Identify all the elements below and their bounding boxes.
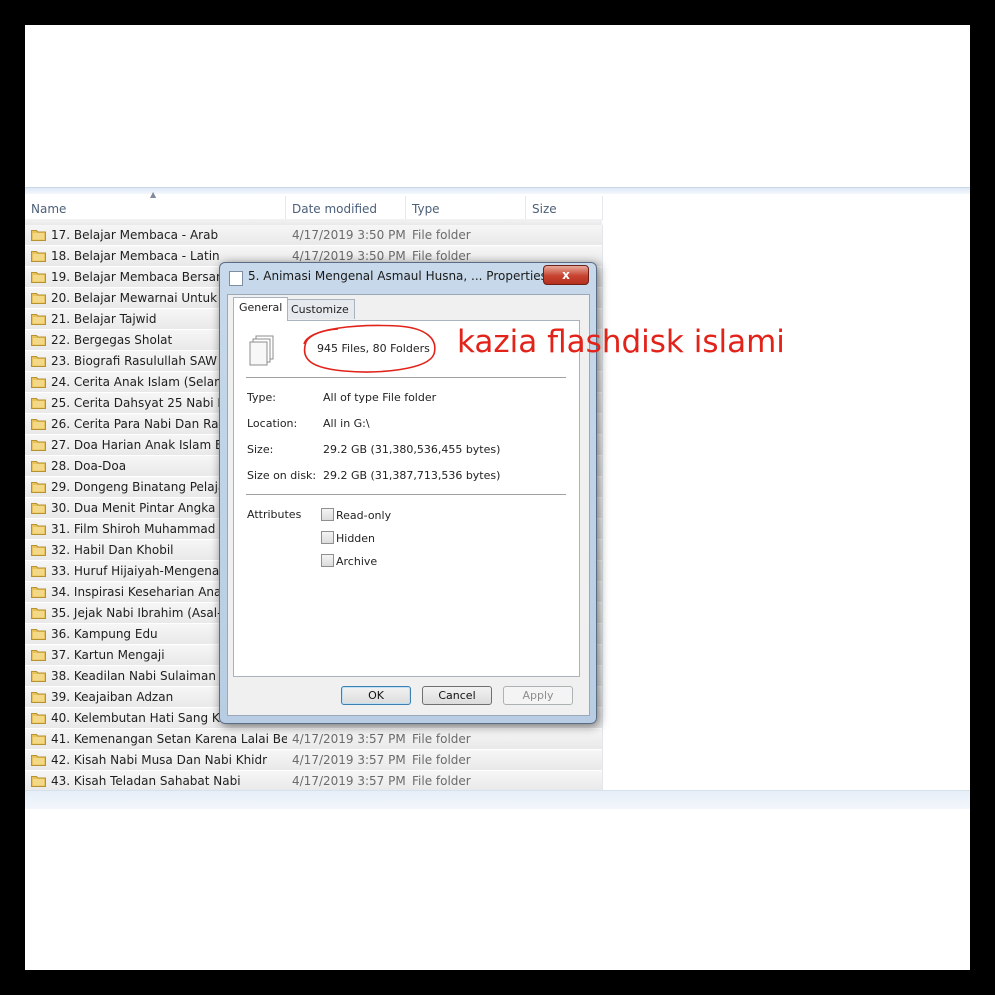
size-value: 29.2 GB (31,380,536,455 bytes) (323, 443, 501, 456)
size-on-disk-value: 29.2 GB (31,387,713,536 bytes) (323, 469, 501, 482)
files-folders-count: 945 Files, 80 Folders (317, 342, 430, 355)
file-name: 18. Belajar Membaca - Latin (51, 249, 220, 263)
column-name[interactable]: Name (25, 196, 286, 220)
tab-general[interactable]: General (233, 297, 289, 321)
folder-icon (31, 753, 46, 766)
multiple-files-icon (249, 335, 274, 366)
type-value: All of type File folder (323, 391, 437, 404)
file-date: 4/17/2019 3:57 PM (292, 732, 406, 746)
folder-icon (31, 627, 46, 640)
folder-icon (31, 690, 46, 703)
file-type: File folder (412, 249, 471, 263)
file-date: 4/17/2019 3:57 PM (292, 774, 406, 788)
file-row[interactable]: 42. Kisah Nabi Musa Dan Nabi Khidr 4/17/2… (25, 750, 602, 771)
file-date: 4/17/2019 3:50 PM (292, 228, 406, 242)
close-button[interactable]: x (543, 265, 589, 285)
column-header: ▲ Name Date modified Type Size (25, 190, 605, 220)
file-date: 4/17/2019 3:50 PM (292, 249, 406, 263)
folder-icon (31, 480, 46, 493)
folder-icon (31, 417, 46, 430)
folder-icon (31, 438, 46, 451)
file-row[interactable]: 17. Belajar Membaca - Arab 4/17/2019 3:50… (25, 225, 602, 246)
folder-icon (31, 711, 46, 724)
archive-label: Archive (336, 555, 378, 568)
explorer-top-strip (25, 188, 970, 194)
file-type: File folder (412, 774, 471, 788)
explorer-bottom-bar (25, 790, 970, 809)
folder-icon (31, 228, 46, 241)
file-type: File folder (412, 228, 471, 242)
folder-icon (31, 270, 46, 283)
general-panel: 945 Files, 80 Folders Type: All of type … (233, 320, 580, 677)
file-type: File folder (412, 732, 471, 746)
folder-icon (31, 648, 46, 661)
screenshot-canvas: ▲ Name Date modified Type Size 17. Belaj… (25, 25, 970, 970)
location-label: Location: (247, 417, 298, 430)
file-name: 42. Kisah Nabi Musa Dan Nabi Khidr (51, 753, 268, 767)
file-name: 41. Kemenangan Setan Karena Lalai Berdoa (51, 732, 287, 746)
column-date-modified[interactable]: Date modified (286, 196, 406, 220)
location-value: All in G:\ (323, 417, 370, 430)
folder-icon (31, 501, 46, 514)
file-date: 4/17/2019 3:57 PM (292, 753, 406, 767)
dialog-title: 5. Animasi Mengenal Asmaul Husna, ... Pr… (248, 269, 547, 283)
tab-customize[interactable]: Customize (285, 299, 355, 319)
properties-window-icon (229, 271, 243, 286)
list-divider (602, 225, 603, 790)
folder-icon (31, 564, 46, 577)
type-label: Type: (247, 391, 276, 404)
folder-icon (31, 459, 46, 472)
folder-icon (31, 291, 46, 304)
separator (246, 494, 566, 495)
readonly-label: Read-only (336, 509, 392, 522)
folder-icon (31, 522, 46, 535)
file-row[interactable]: 41. Kemenangan Setan Karena Lalai Berdoa… (25, 729, 602, 750)
folder-icon (31, 354, 46, 367)
archive-checkbox[interactable] (321, 554, 334, 567)
apply-button[interactable]: Apply (503, 686, 573, 705)
folder-icon (31, 543, 46, 556)
hidden-checkbox[interactable] (321, 531, 334, 544)
folder-icon (31, 669, 46, 682)
folder-icon (31, 606, 46, 619)
column-type[interactable]: Type (406, 196, 526, 220)
cancel-button[interactable]: Cancel (422, 686, 492, 705)
folder-icon (31, 585, 46, 598)
separator (246, 377, 566, 378)
folder-icon (31, 774, 46, 787)
size-label: Size: (247, 443, 274, 456)
file-row[interactable]: 43. Kisah Teladan Sahabat Nabi 4/17/2019 … (25, 771, 602, 792)
close-icon: x (562, 268, 570, 282)
ok-button[interactable]: OK (341, 686, 411, 705)
folder-icon (31, 333, 46, 346)
folder-icon (31, 732, 46, 745)
file-name: 17. Belajar Membaca - Arab (51, 228, 219, 242)
file-type: File folder (412, 753, 471, 767)
folder-icon (31, 375, 46, 388)
size-on-disk-label: Size on disk: (247, 469, 317, 482)
attributes-label: Attributes (247, 508, 302, 521)
folder-icon (31, 396, 46, 409)
folder-icon (31, 249, 46, 262)
folder-icon (31, 312, 46, 325)
watermark-text: kazia flashdisk islami (457, 324, 785, 360)
file-name: 43. Kisah Teladan Sahabat Nabi (51, 774, 241, 788)
hidden-label: Hidden (336, 532, 376, 545)
readonly-checkbox[interactable] (321, 508, 334, 521)
column-size[interactable]: Size (526, 196, 603, 220)
